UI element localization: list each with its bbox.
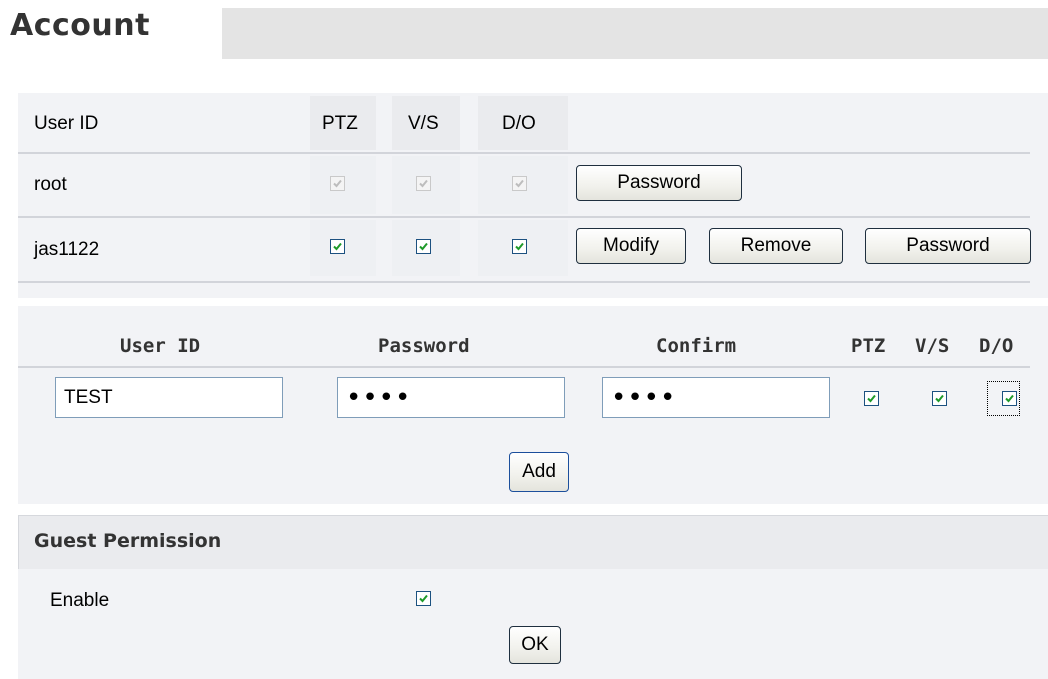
page-title: Account [10, 8, 150, 43]
ok-button[interactable]: OK [509, 626, 561, 664]
new-password-value: •••• [346, 382, 412, 413]
confirm-password-input[interactable]: •••• [602, 377, 830, 418]
user-id-jas1122: jas1122 [34, 239, 100, 260]
add-header-confirm: Confirm [656, 335, 737, 357]
add-header-ptz: PTZ [851, 335, 886, 357]
header-do: D/O [502, 113, 536, 134]
header-user-id: User ID [34, 113, 99, 134]
new-password-input[interactable]: •••• [337, 377, 565, 418]
row-divider [18, 152, 1030, 154]
add-header-user-id: User ID [120, 335, 201, 357]
root-do-checkbox[interactable] [512, 176, 527, 191]
guest-enable-checkbox[interactable] [416, 591, 431, 606]
guest-permission-title: Guest Permission [34, 530, 222, 552]
row-divider [18, 216, 1030, 218]
root-vs-checkbox[interactable] [416, 176, 431, 191]
jas1122-do-checkbox[interactable] [512, 239, 527, 254]
new-user-id-input[interactable]: TEST [55, 377, 283, 418]
confirm-password-value: •••• [611, 382, 677, 413]
add-button[interactable]: Add [509, 452, 569, 492]
title-bar [222, 8, 1048, 59]
new-vs-checkbox[interactable] [932, 391, 947, 406]
add-header-do: D/O [979, 335, 1014, 357]
new-user-id-value: TEST [64, 386, 113, 408]
modify-button[interactable]: Modify [576, 228, 686, 264]
enable-label: Enable [50, 590, 110, 611]
add-header-vs: V/S [915, 335, 950, 357]
jas1122-ptz-checkbox[interactable] [330, 239, 345, 254]
root-ptz-checkbox[interactable] [330, 176, 345, 191]
row-divider [18, 281, 1030, 283]
add-header-divider [18, 366, 1030, 368]
header-vs: V/S [408, 113, 439, 134]
jas1122-vs-checkbox[interactable] [416, 239, 431, 254]
header-ptz: PTZ [322, 113, 358, 134]
new-do-checkbox[interactable] [1002, 391, 1017, 406]
new-ptz-checkbox[interactable] [864, 391, 879, 406]
user-id-root: root [34, 174, 67, 195]
jas1122-password-button[interactable]: Password [865, 228, 1031, 264]
root-password-button[interactable]: Password [576, 165, 742, 201]
remove-button[interactable]: Remove [709, 228, 843, 264]
add-header-password: Password [378, 335, 470, 357]
